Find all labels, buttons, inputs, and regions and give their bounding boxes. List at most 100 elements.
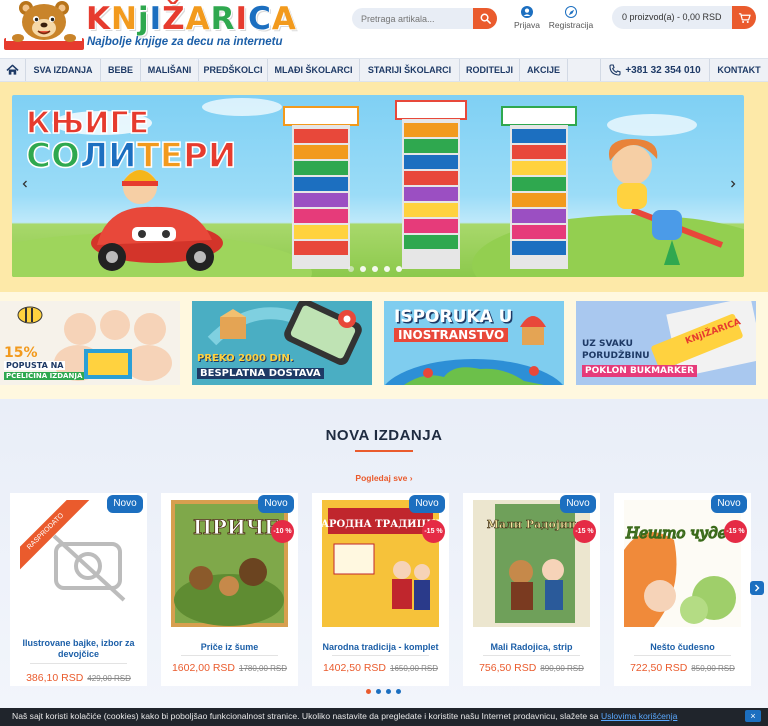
logo-subtitle: Najbolje knjige za decu na internetu bbox=[87, 36, 283, 48]
cover-title: Мали Радојица bbox=[487, 518, 584, 531]
hero-slider[interactable]: КЊИГЕ СОЛИТЕРИ bbox=[12, 95, 744, 277]
cart-button[interactable] bbox=[732, 6, 756, 29]
nav-roditelji[interactable]: RODITELJI bbox=[460, 59, 520, 81]
search-button[interactable] bbox=[473, 8, 497, 29]
hero-dot[interactable] bbox=[348, 266, 354, 272]
carousel-dot[interactable] bbox=[386, 689, 391, 694]
site-logo[interactable]: KNjIŽARICA Najbolje knjige za decu na in… bbox=[0, 0, 296, 56]
product-image[interactable]: НАРОДНА ТРАДИЦИЈА bbox=[322, 500, 439, 627]
car-illustration bbox=[91, 170, 223, 271]
nav-contact[interactable]: KONTAKT bbox=[710, 59, 768, 81]
search-input[interactable] bbox=[352, 8, 473, 29]
register-label: Registracija bbox=[548, 20, 594, 30]
carousel-pagination bbox=[366, 689, 401, 694]
divider bbox=[332, 655, 429, 656]
hero-illustration: КЊИГЕ СОЛИТЕРИ bbox=[12, 98, 744, 277]
new-badge: Novo bbox=[711, 495, 747, 513]
nav-home[interactable] bbox=[0, 59, 26, 81]
promo-1-line3: PČELIČINA IZDANJA bbox=[4, 372, 85, 380]
current-price: 1602,00 RSD bbox=[171, 662, 235, 674]
carousel-dot[interactable] bbox=[376, 689, 381, 694]
book-cover-nesto-cudesno: Нешто чудесно bbox=[624, 500, 741, 627]
view-all-link[interactable]: Pogledaj sve › bbox=[0, 473, 768, 483]
section-title: NOVA IZDANJA bbox=[325, 427, 443, 444]
hero-dot[interactable] bbox=[360, 266, 366, 272]
divider bbox=[634, 655, 731, 656]
register-link[interactable]: Registracija bbox=[546, 6, 596, 30]
product-name[interactable]: Priče iz šume bbox=[165, 642, 294, 653]
bear-mascot-icon bbox=[4, 1, 84, 50]
promo-3-line1: ISPORUKA U bbox=[394, 307, 513, 327]
promo-international[interactable]: ISPORUKA U INOSTRANSTVO bbox=[384, 301, 564, 385]
hero-dot[interactable] bbox=[384, 266, 390, 272]
promo-free-delivery[interactable]: PREKO 2000 DIN. BESPLATNA DOSTAVA bbox=[192, 301, 372, 385]
book-cover-price-iz-sume: ПРИЧЕ bbox=[171, 500, 288, 627]
hero-pagination bbox=[348, 266, 402, 272]
product-image[interactable]: RASPRODATO bbox=[20, 500, 137, 627]
book-cover-narodna-tradicija: НАРОДНА ТРАДИЦИЈА bbox=[322, 500, 439, 627]
nav-bebe[interactable]: BEBE bbox=[101, 59, 141, 81]
home-icon bbox=[6, 64, 19, 75]
promo-1-line2: POPUSTA NA bbox=[4, 361, 66, 370]
cart-widget[interactable]: 0 proizvod(a) - 0,00 RSD bbox=[612, 6, 756, 29]
nav-phone[interactable]: +381 32 354 010 bbox=[600, 59, 710, 81]
main-navigation: SVA IZDANJA BEBE MALIŠANI PREDŠKOLCI MLA… bbox=[0, 58, 768, 82]
product-card[interactable]: RASPRODATO Novo Ilustrovane bajke, izbor… bbox=[10, 493, 147, 686]
nav-malisani[interactable]: MALIŠANI bbox=[141, 59, 199, 81]
product-image[interactable]: Нешто чудесно bbox=[624, 500, 741, 627]
nav-sva-izdanja[interactable]: SVA IZDANJA bbox=[26, 59, 101, 81]
carousel-dot[interactable] bbox=[366, 689, 371, 694]
carousel-dot[interactable] bbox=[396, 689, 401, 694]
old-price: 890,00 RSD bbox=[540, 664, 584, 673]
divider bbox=[181, 655, 278, 656]
product-name[interactable]: Narodna tradicija - komplet bbox=[316, 642, 445, 653]
view-all-label: Pogledaj sve bbox=[355, 473, 408, 483]
nav-mladi-skolarci[interactable]: MLAĐI ŠKOLARCI bbox=[268, 59, 360, 81]
promo-2-line1: PREKO 2000 DIN. bbox=[197, 353, 294, 364]
product-name[interactable]: Mali Radojica, strip bbox=[467, 642, 596, 653]
promo-bookmark[interactable]: KNjIŽARICA UZ SVAKU PORUDŽBINU POKLON BU… bbox=[576, 301, 756, 385]
product-card[interactable]: НАРОДНА ТРАДИЦИЈА Novo -15 % Narodna tra… bbox=[312, 493, 449, 686]
close-button[interactable]: × bbox=[745, 710, 761, 722]
current-price: 722,50 RSD bbox=[630, 662, 688, 674]
terms-link[interactable]: Uslovima korišćenja bbox=[601, 711, 677, 721]
nav-akcije[interactable]: AKCIJE bbox=[520, 59, 568, 81]
discount-badge: -15 % bbox=[422, 520, 445, 543]
hero-dot[interactable] bbox=[396, 266, 402, 272]
product-image[interactable]: Мали Радојица bbox=[473, 500, 590, 627]
old-price: 429,00 RSD bbox=[87, 674, 131, 683]
hero-next-arrow[interactable] bbox=[726, 178, 740, 192]
product-card[interactable]: ПРИЧЕ Novo -10 % Priče iz šume 1602,00 R… bbox=[161, 493, 298, 686]
current-price: 756,50 RSD bbox=[479, 662, 537, 674]
carousel-next-button[interactable] bbox=[750, 581, 764, 595]
login-label: Prijava bbox=[514, 20, 540, 30]
bee-icon bbox=[17, 306, 43, 324]
old-price: 850,00 RSD bbox=[691, 664, 735, 673]
hero-prev-arrow[interactable] bbox=[18, 178, 32, 192]
nav-stariji-skolarci[interactable]: STARIJI ŠKOLARCI bbox=[360, 59, 460, 81]
site-header: KNjIŽARICA Najbolje knjige za decu na in… bbox=[0, 0, 768, 58]
login-link[interactable]: Prijava bbox=[512, 6, 542, 30]
current-price: 1402,50 RSD bbox=[322, 662, 386, 674]
product-price: 1602,00 RSD 1780,00 RSD bbox=[161, 658, 298, 676]
old-price: 1780,00 RSD bbox=[239, 664, 288, 673]
product-card[interactable]: Нешто чудесно Novo -15 % Nešto čudesno 7… bbox=[614, 493, 751, 686]
product-name[interactable]: Nešto čudesno bbox=[618, 642, 747, 653]
nav-predskolci[interactable]: PREDŠKOLCI bbox=[199, 59, 268, 81]
chevron-left-icon bbox=[22, 180, 27, 188]
new-badge: Novo bbox=[409, 495, 445, 513]
promo-2-line2: BESPLATNA DOSTAVA bbox=[197, 368, 324, 379]
product-name[interactable]: Ilustrovane bajke, izbor za devojčice bbox=[14, 638, 143, 660]
chevron-right-icon bbox=[731, 180, 736, 188]
hero-dot[interactable] bbox=[372, 266, 378, 272]
new-badge: Novo bbox=[107, 495, 143, 513]
new-badge: Novo bbox=[560, 495, 596, 513]
chevron-right-icon bbox=[755, 584, 760, 592]
old-price: 1650,00 RSD bbox=[390, 664, 439, 673]
product-card[interactable]: Мали Радојица Novo -15 % Mali Radojica, … bbox=[463, 493, 600, 686]
product-price: 386,10 RSD 429,00 RSD bbox=[10, 668, 147, 686]
promo-3-line2: INOSTRANSTVO bbox=[394, 328, 509, 342]
promo-discount[interactable]: 15% POPUSTA NA PČELIČINA IZDANJA bbox=[0, 301, 180, 385]
product-image[interactable]: ПРИЧЕ bbox=[171, 500, 288, 627]
promo-4-line3: POKLON BUKMARKER bbox=[582, 365, 697, 377]
